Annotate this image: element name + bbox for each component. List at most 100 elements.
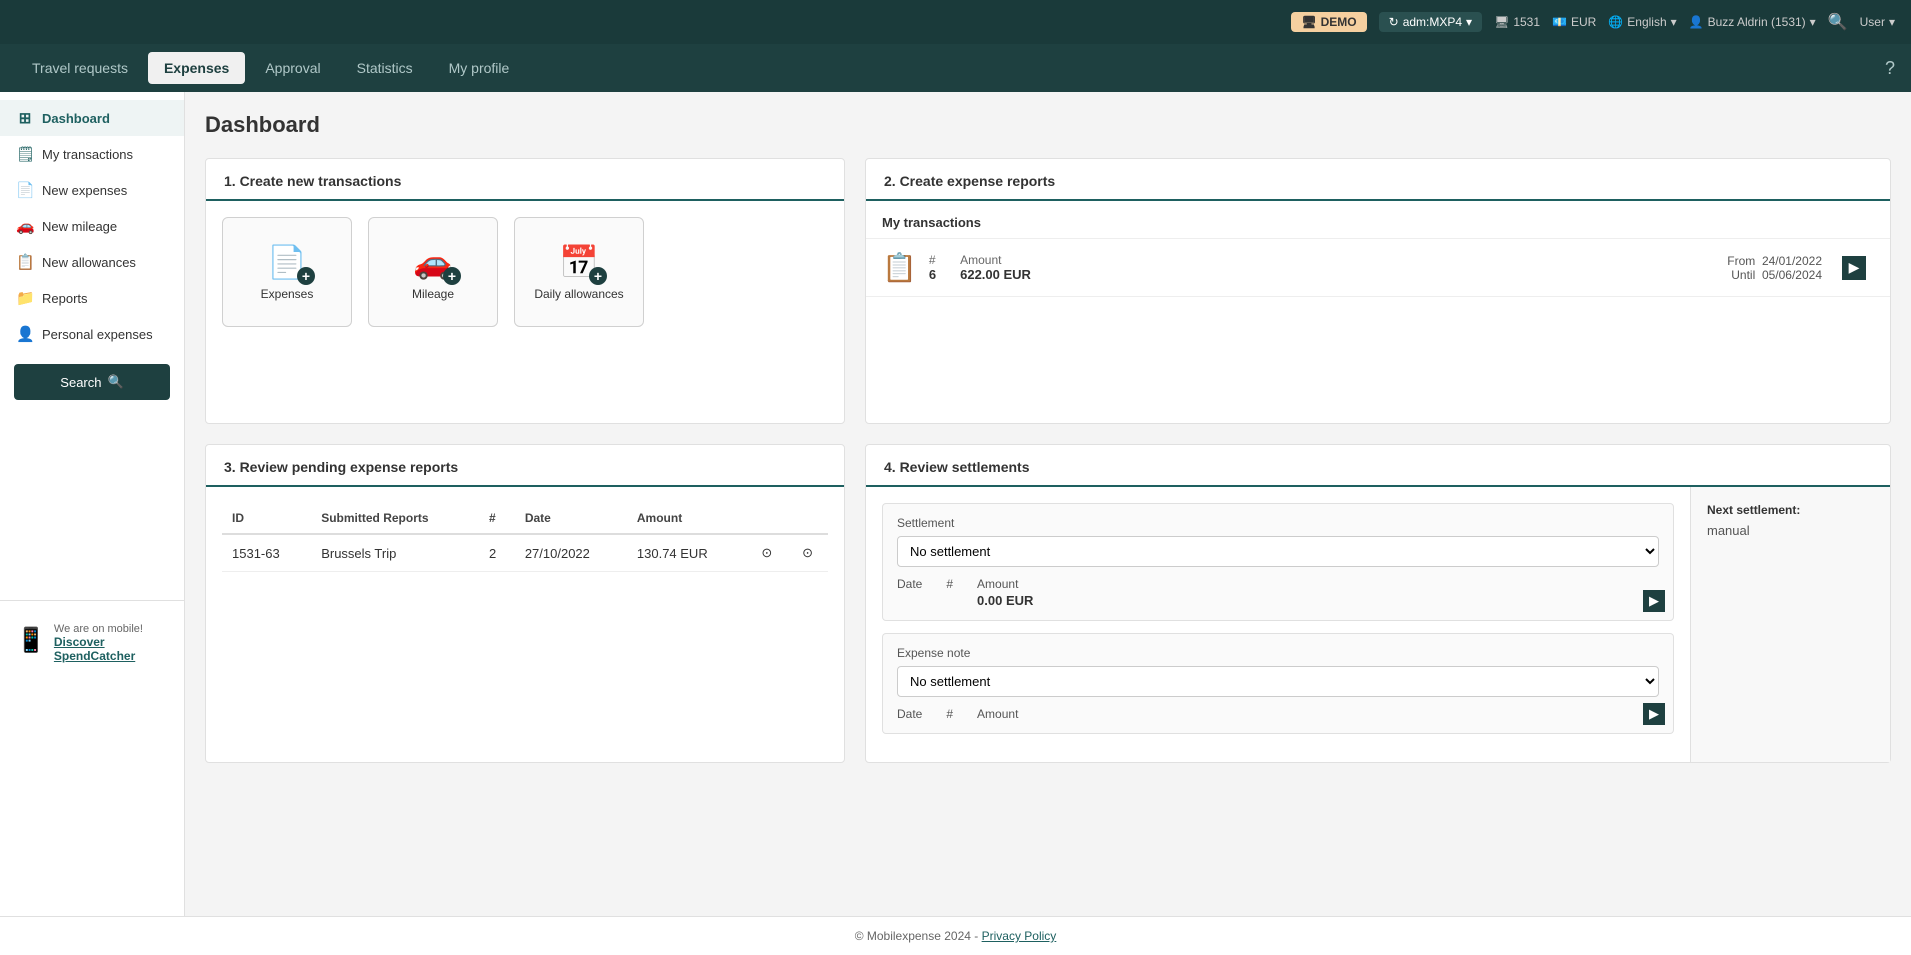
- user-icon: 👤: [1689, 15, 1704, 29]
- expense-card-label: Expenses: [261, 287, 314, 301]
- col-amount: Amount: [627, 503, 747, 534]
- mileage-card-label: Mileage: [412, 287, 454, 301]
- expense-date-col: Date: [897, 707, 922, 721]
- row-date: 27/10/2022: [515, 534, 627, 572]
- search-button-top[interactable]: 🔍: [1828, 12, 1848, 32]
- nav-my-profile[interactable]: My profile: [433, 52, 526, 84]
- allowances-card-label: Daily allowances: [534, 287, 623, 301]
- chevron-down-icon-role: ▾: [1889, 15, 1895, 29]
- row-action2[interactable]: ⊙: [787, 534, 828, 572]
- sidebar-item-reports[interactable]: 📁 Reports: [0, 280, 184, 316]
- main-layout: ⊞ Dashboard 🗒 My transactions 📄 New expe…: [0, 92, 1911, 916]
- language-item[interactable]: 🌐 English ▾: [1608, 15, 1676, 29]
- tx-hash-label: #: [929, 253, 936, 267]
- adm-label: adm:MXP4: [1403, 15, 1462, 29]
- sidebar-item-new-expenses[interactable]: 📄 New expenses: [0, 172, 184, 208]
- privacy-policy-link[interactable]: Privacy Policy: [982, 929, 1057, 943]
- nav-statistics[interactable]: Statistics: [341, 52, 429, 84]
- tx-detail-group: # 6 Amount 622.00 EUR From 24/01/2022: [929, 253, 1822, 282]
- chevron-down-icon-user: ▾: [1810, 15, 1816, 29]
- settlement-arrow-2[interactable]: ▶: [1643, 703, 1665, 725]
- dashboard-icon: ⊞: [16, 109, 34, 127]
- tx-hash-num: # 6: [929, 253, 936, 282]
- nav-travel-requests[interactable]: Travel requests: [16, 52, 144, 84]
- settlement-amount-col: Amount 0.00 EUR: [977, 577, 1033, 608]
- next-settlement-title: Next settlement:: [1707, 503, 1874, 517]
- tx-dates: From 24/01/2022 Until 05/06/2024: [1727, 254, 1822, 282]
- nav-approval[interactable]: Approval: [249, 52, 336, 84]
- expense-plus-badge: +: [297, 267, 315, 285]
- settlement-select[interactable]: No settlement: [897, 536, 1659, 567]
- row-amount: 130.74 EUR: [627, 534, 747, 572]
- settlements-inner: Settlement No settlement Date #: [866, 487, 1890, 762]
- tx-arrow-button[interactable]: ▶: [1842, 256, 1866, 280]
- sidebar-label-new-allowances: New allowances: [42, 255, 136, 270]
- sidebar-item-personal-expenses[interactable]: 👤 Personal expenses: [0, 316, 184, 352]
- mobile-icon: 📱: [16, 626, 46, 655]
- content-area: Dashboard 1. Create new transactions 📄 +…: [185, 92, 1911, 916]
- mileage-card[interactable]: 🚗 + Mileage: [368, 217, 498, 327]
- settlement-hash-label: #: [946, 577, 953, 591]
- row-num: 2: [479, 534, 515, 572]
- nav-expenses[interactable]: Expenses: [148, 52, 245, 84]
- mileage-icon: 🚗: [16, 217, 34, 235]
- mobile-promo-section: 📱 We are on mobile! Discover SpendCatche…: [0, 600, 184, 679]
- allowances-plus-badge: +: [589, 267, 607, 285]
- sidebar-item-new-mileage[interactable]: 🚗 New mileage: [0, 208, 184, 244]
- col-action1: [747, 503, 788, 534]
- search-icon: 🔍: [108, 374, 124, 390]
- reports-table-head: ID Submitted Reports # Date Amount: [222, 503, 828, 534]
- adm-button[interactable]: ↻ adm:MXP4 ▾: [1379, 12, 1482, 32]
- section3-body: ID Submitted Reports # Date Amount: [206, 487, 844, 588]
- next-settlement-value: manual: [1707, 523, 1874, 538]
- top-sections-row: 1. Create new transactions 📄 + Expenses …: [205, 158, 1891, 424]
- instance-num: 1531: [1513, 15, 1540, 29]
- topbar: 🖥 DEMO ↻ adm:MXP4 ▾ 🖥 1531 💶 EUR 🌐 Engli…: [0, 0, 1911, 44]
- sidebar-item-new-allowances[interactable]: 📋 New allowances: [0, 244, 184, 280]
- sidebar: ⊞ Dashboard 🗒 My transactions 📄 New expe…: [0, 92, 185, 916]
- user-item[interactable]: 👤 Buzz Aldrin (1531) ▾: [1689, 15, 1816, 29]
- sidebar-label-dashboard: Dashboard: [42, 111, 110, 126]
- expense-note-label: Expense note: [897, 646, 1659, 660]
- settlement-hash-col: #: [946, 577, 953, 608]
- settlement-date-label: Date: [897, 577, 922, 591]
- col-id: ID: [222, 503, 311, 534]
- settlement-arrow-1[interactable]: ▶: [1643, 590, 1665, 612]
- mobile-promo-text: We are on mobile!: [54, 623, 168, 635]
- table-row[interactable]: 1531-63 Brussels Trip 2 27/10/2022 130.7…: [222, 534, 828, 572]
- section-pending-reports: 3. Review pending expense reports ID Sub…: [205, 444, 845, 763]
- demo-button[interactable]: 🖥 DEMO: [1291, 12, 1366, 32]
- reports-icon: 📁: [16, 289, 34, 307]
- row-id: 1531-63: [222, 534, 311, 572]
- section-expense-reports: 2. Create expense reports My transaction…: [865, 158, 1891, 424]
- allowances-card[interactable]: 📅 + Daily allowances: [514, 217, 644, 327]
- section3-header: 3. Review pending expense reports: [206, 445, 844, 487]
- sidebar-item-dashboard[interactable]: ⊞ Dashboard: [0, 100, 184, 136]
- sidebar-label-new-expenses: New expenses: [42, 183, 127, 198]
- expense-note-select[interactable]: No settlement: [897, 666, 1659, 697]
- tx-arrow-container: ▶: [1834, 252, 1874, 284]
- transaction-row[interactable]: 📋 # 6 Amount 622.00 EUR From: [866, 239, 1890, 297]
- section-create-transactions: 1. Create new transactions 📄 + Expenses …: [205, 158, 845, 424]
- currency-item[interactable]: 💶 EUR: [1552, 15, 1596, 29]
- tx-until-date: 05/06/2024: [1762, 268, 1822, 282]
- mobile-promo-link[interactable]: Discover SpendCatcher: [54, 635, 168, 663]
- help-icon[interactable]: ?: [1885, 58, 1895, 79]
- globe-icon: 🌐: [1608, 15, 1623, 29]
- page-title: Dashboard: [205, 112, 1891, 138]
- expenses-icon: 📄: [16, 181, 34, 199]
- reports-table-body: 1531-63 Brussels Trip 2 27/10/2022 130.7…: [222, 534, 828, 572]
- demo-icon: 🖥: [1301, 15, 1316, 29]
- row-action1[interactable]: ⊙: [747, 534, 788, 572]
- sidebar-item-my-transactions[interactable]: 🗒 My transactions: [0, 136, 184, 172]
- next-settlement-panel: Next settlement: manual: [1690, 487, 1890, 762]
- doc-icon: 📋: [882, 251, 917, 284]
- tx-number: 6: [929, 267, 936, 282]
- navbar: Travel requests Expenses Approval Statis…: [0, 44, 1911, 92]
- tx-until: Until 05/06/2024: [1727, 268, 1822, 282]
- search-button[interactable]: Search 🔍: [14, 364, 170, 400]
- tx-from: From 24/01/2022: [1727, 254, 1822, 268]
- settlements-left: Settlement No settlement Date #: [866, 487, 1690, 762]
- settlement-block-1: Settlement No settlement Date #: [882, 503, 1674, 621]
- expense-card[interactable]: 📄 + Expenses: [222, 217, 352, 327]
